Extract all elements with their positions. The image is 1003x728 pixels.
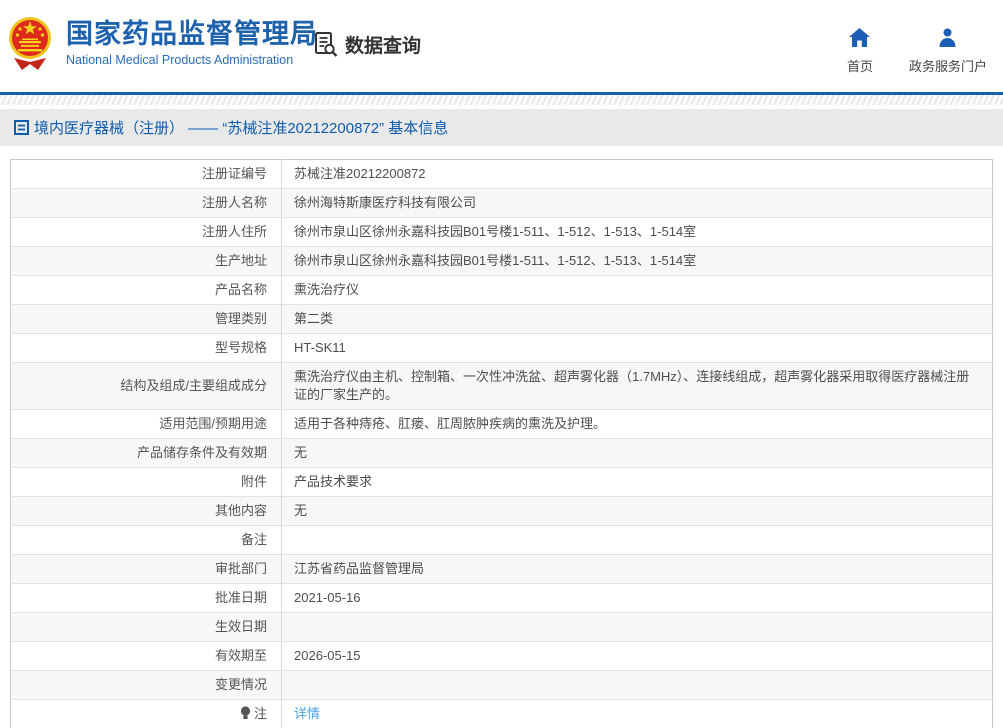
home-label: 首页 [846,59,873,74]
table-row: 有效期至 2026-05-15 [10,641,993,671]
site-header: 国家药品监督管理局 National Medical Products Admi… [0,0,1003,92]
table-row: 变更情况 [10,670,993,700]
row-label: 生产地址 [10,246,282,276]
home-link[interactable]: 首页 [847,26,873,75]
site-subtitle: National Medical Products Administration [66,53,294,67]
spacer [0,146,1003,159]
row-value: 2021-05-16 [281,583,993,613]
table-row: 适用范围/预期用途 适用于各种痔疮、肛瘘、肛周脓肿疾病的熏洗及护理。 [10,409,993,439]
user-icon [938,26,957,48]
registration-info: 注册证编号 苏械注准20212200872 注册人名称 徐州海特斯康医疗科技有限… [10,159,993,728]
row-value: 2026-05-15 [281,641,993,671]
row-value: 苏械注准20212200872 [281,159,993,189]
row-value: 适用于各种痔疮、肛瘘、肛周脓肿疾病的熏洗及护理。 [281,409,993,439]
table-row: 产品名称 熏洗治疗仪 [10,275,993,305]
table-row: 生效日期 [10,612,993,642]
details-link[interactable]: 详情 [294,706,320,721]
table-row: 备注 [10,525,993,555]
row-value: 江苏省药品监督管理局 [281,554,993,584]
document-search-icon [315,32,338,57]
table-row: 注册人住所 徐州市泉山区徐州永嘉科技园B01号楼1-511、1-512、1-51… [10,217,993,247]
row-value: HT-SK11 [281,333,993,363]
table-row: 审批部门 江苏省药品监督管理局 [10,554,993,584]
table-row: 管理类别 第二类 [10,304,993,334]
row-value [281,525,993,555]
info-table-body: 注册证编号 苏械注准20212200872 注册人名称 徐州海特斯康医疗科技有限… [10,159,993,728]
row-value [281,670,993,700]
row-value: 无 [281,496,993,526]
table-row: 注册人名称 徐州海特斯康医疗科技有限公司 [10,188,993,218]
table-row: 结构及组成/主要组成成分 熏洗治疗仪由主机、控制箱、一次性冲洗盆、超声雾化器（1… [10,362,993,410]
table-row: 附件 产品技术要求 [10,467,993,497]
row-value: 熏洗治疗仪 [281,275,993,305]
row-label: 备注 [10,525,282,555]
row-label: 结构及组成/主要组成成分 [10,362,282,410]
table-row: 注 详情 [10,699,993,728]
row-label: 管理类别 [10,304,282,334]
site-title-block: 国家药品监督管理局 National Medical Products Admi… [66,19,318,67]
row-label: 产品储存条件及有效期 [10,438,282,468]
table-row: 型号规格 HT-SK11 [10,333,993,363]
row-label: 产品名称 [10,275,282,305]
row-value: 产品技术要求 [281,467,993,497]
breadcrumb: 境内医疗器械（注册） —— “苏械注准20212200872” 基本信息 [0,109,1003,146]
row-value: 徐州市泉山区徐州永嘉科技园B01号楼1-511、1-512、1-513、1-51… [281,217,993,247]
site-title: 国家药品监督管理局 [66,19,318,49]
breadcrumb-text: 境内医疗器械（注册） —— “苏械注准20212200872” 基本信息 [34,120,449,137]
row-label: 审批部门 [10,554,282,584]
portal-link[interactable]: 政务服务门户 [909,26,987,75]
row-value: 无 [281,438,993,468]
row-label: 生效日期 [10,612,282,642]
table-row: 注册证编号 苏械注准20212200872 [10,159,993,189]
bulb-icon [240,706,251,719]
row-value [281,612,993,642]
row-label: 注册人名称 [10,188,282,218]
list-icon [14,120,29,135]
table-row: 生产地址 徐州市泉山区徐州永嘉科技园B01号楼1-511、1-512、1-513… [10,246,993,276]
row-label: 注册证编号 [10,159,282,189]
site-logo[interactable]: 国家药品监督管理局 National Medical Products Admi… [8,14,318,72]
info-table: 注册证编号 苏械注准20212200872 注册人名称 徐州海特斯康医疗科技有限… [10,159,993,728]
row-label: 注 [10,699,282,728]
table-row: 批准日期 2021-05-16 [10,583,993,613]
table-row: 其他内容 无 [10,496,993,526]
row-value: 徐州海特斯康医疗科技有限公司 [281,188,993,218]
row-label: 附件 [10,467,282,497]
home-icon [849,26,871,48]
row-value: 详情 [281,699,993,728]
data-query-label: 数据查询 [345,36,422,57]
row-label: 有效期至 [10,641,282,671]
row-label: 型号规格 [10,333,282,363]
header-links: 首页 政务服务门户 [811,26,987,75]
header-divider-hatch [0,95,1003,105]
national-emblem-icon [9,17,51,70]
portal-label: 政务服务门户 [908,59,987,74]
row-value: 徐州市泉山区徐州永嘉科技园B01号楼1-511、1-512、1-513、1-51… [281,246,993,276]
row-label: 变更情况 [10,670,282,700]
data-query-nav[interactable]: 数据查询 [313,31,421,58]
row-value: 第二类 [281,304,993,334]
row-label: 批准日期 [10,583,282,613]
row-label: 其他内容 [10,496,282,526]
row-value: 熏洗治疗仪由主机、控制箱、一次性冲洗盆、超声雾化器（1.7MHz）、连接线组成，… [281,362,993,410]
row-label: 注册人住所 [10,217,282,247]
table-row: 产品储存条件及有效期 无 [10,438,993,468]
row-label: 适用范围/预期用途 [10,409,282,439]
